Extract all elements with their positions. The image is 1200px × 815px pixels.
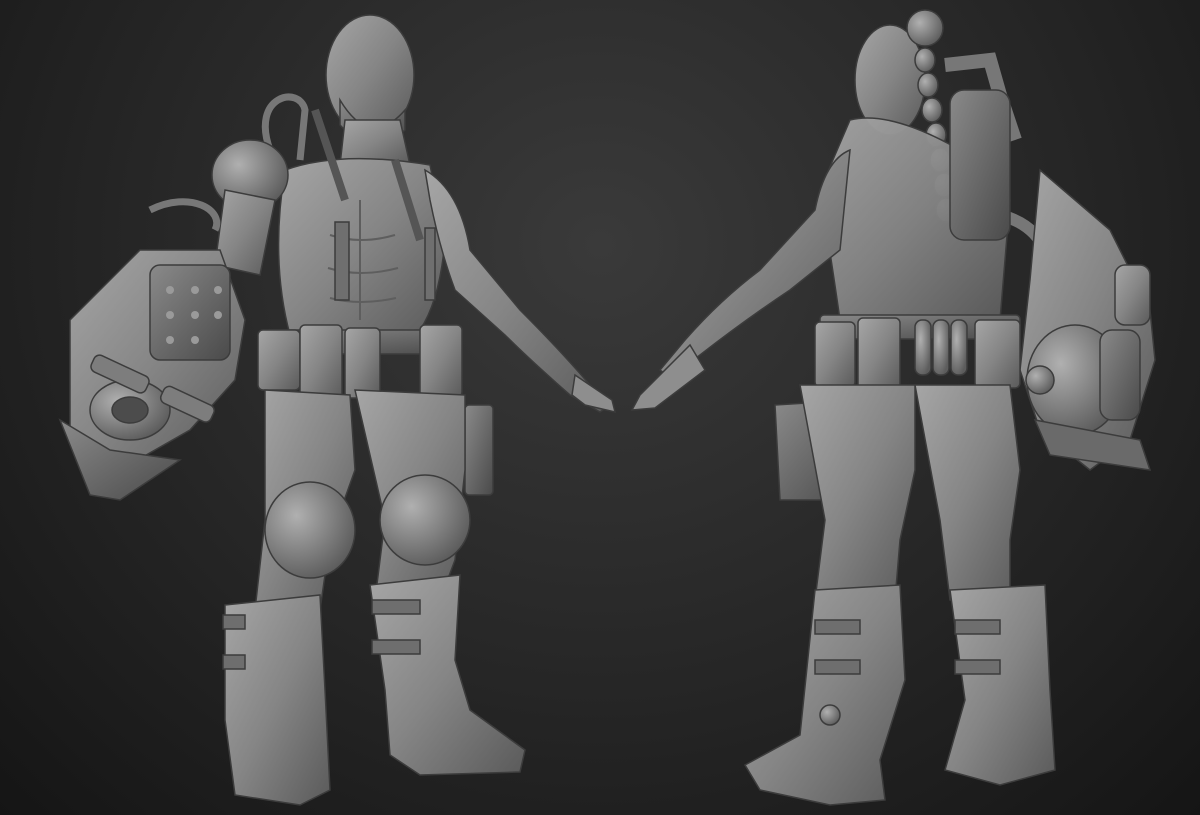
front-thigh-holster bbox=[464, 404, 494, 496]
back-right-boot bbox=[743, 584, 906, 806]
front-right-kneepad bbox=[264, 481, 356, 579]
back-right-hand bbox=[630, 343, 706, 411]
front-chest-clip-right bbox=[424, 227, 436, 301]
back-calf-dial bbox=[819, 704, 841, 726]
back-hair-bun bbox=[906, 9, 944, 47]
front-chest-clip-left bbox=[334, 221, 350, 301]
back-left-boot bbox=[944, 584, 1056, 786]
front-torso bbox=[277, 157, 446, 336]
sculpt-canvas bbox=[58, 9, 1156, 806]
back-canisters bbox=[914, 319, 968, 376]
back-figure bbox=[630, 9, 1156, 806]
front-belt-pouches bbox=[257, 324, 463, 401]
back-left-leg bbox=[914, 384, 1021, 601]
sculpt-viewport bbox=[0, 0, 1200, 815]
front-left-hand bbox=[571, 373, 617, 414]
front-left-kneepad bbox=[379, 474, 471, 566]
front-figure bbox=[58, 14, 617, 806]
